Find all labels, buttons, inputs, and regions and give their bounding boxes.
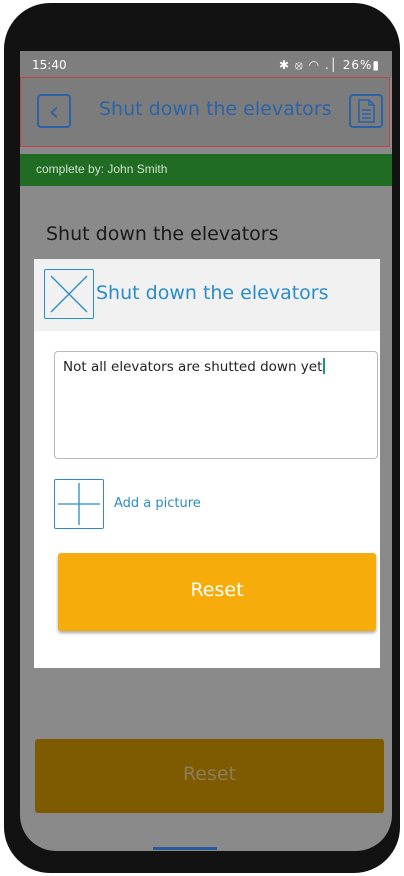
comment-dialog: Shut down the elevators Not all elevator… — [34, 259, 380, 668]
assignment-bar: complete by: John Smith — [20, 154, 392, 186]
close-button[interactable] — [44, 269, 94, 319]
header-title: Shut down the elevators — [99, 98, 332, 120]
plus-icon — [58, 483, 100, 525]
task-title: Shut down the elevators — [46, 223, 279, 245]
dialog-title: Shut down the elevators — [96, 282, 329, 304]
reset-button[interactable]: Reset — [58, 553, 376, 631]
text-cursor — [323, 358, 326, 374]
add-picture-button[interactable] — [54, 479, 104, 529]
status-bar: 15:40 ✱ ⦻ ◠ .│ 26%▮ — [20, 51, 392, 77]
back-button[interactable]: ‹ — [37, 94, 71, 128]
phone-frame: 15:40 ✱ ⦻ ◠ .│ 26%▮ ‹ Shut down the elev… — [4, 3, 400, 873]
add-picture-label[interactable]: Add a picture — [114, 496, 201, 511]
reset-label: Reset — [190, 579, 244, 601]
status-time: 15:40 — [32, 58, 67, 72]
close-icon — [50, 275, 88, 313]
comment-text: Not all elevators are shutted down yet — [63, 359, 323, 375]
assignment-text: complete by: John Smith — [36, 162, 168, 176]
background-reset-label: Reset — [182, 763, 237, 785]
dialog-header: Shut down the elevators — [34, 259, 380, 331]
background-reset-button: Reset — [35, 739, 384, 813]
app-header: ‹ Shut down the elevators — [20, 77, 390, 147]
document-button[interactable] — [349, 94, 383, 128]
app-screen: 15:40 ✱ ⦻ ◠ .│ 26%▮ ‹ Shut down the elev… — [20, 51, 392, 851]
comment-input[interactable]: Not all elevators are shutted down yet — [54, 351, 378, 459]
document-icon — [358, 99, 375, 123]
status-icons: ✱ ⦻ ◠ .│ 26%▮ — [278, 58, 380, 72]
home-indicator — [153, 847, 217, 850]
chevron-left-icon: ‹ — [48, 97, 60, 127]
